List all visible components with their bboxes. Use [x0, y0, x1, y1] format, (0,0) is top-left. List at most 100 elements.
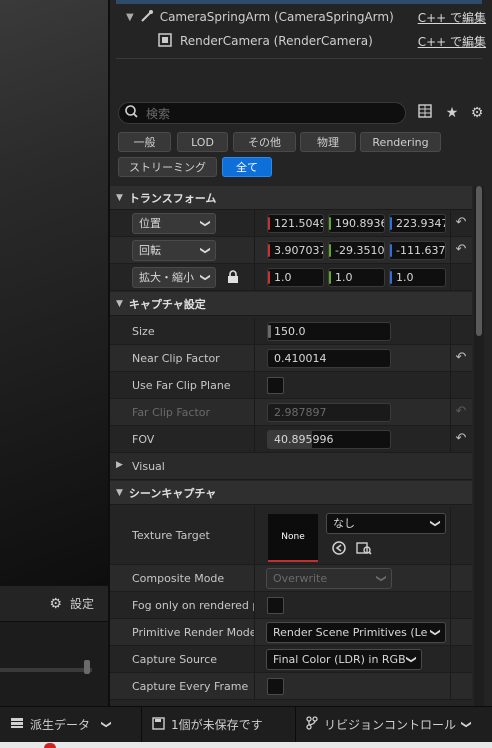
prop-label: Near Clip Factor	[132, 352, 220, 365]
use-far-clip-plane-checkbox[interactable]	[267, 377, 284, 394]
scale-y-field[interactable]: 1.0	[328, 268, 385, 287]
rotation-y-field[interactable]: -29.3510	[328, 241, 385, 260]
fog-only-checkbox[interactable]	[267, 597, 284, 614]
prop-label: Capture Every Frame	[132, 680, 249, 693]
prop-location: 位置 ❯ 121.5049 190.8936 223.9347 ↶	[110, 210, 472, 237]
filter-general[interactable]: 一般	[118, 132, 171, 152]
fov-slider-field[interactable]: 40.895996	[267, 430, 391, 449]
prop-scale: 拡大・縮小 ❯ 1.0 1.0 1.0	[110, 264, 472, 291]
chevron-down-icon: ❯	[429, 519, 441, 528]
prop-rotation: 回転 ❯ 3.907037 -29.3510 -111.637 ↶	[110, 237, 472, 264]
settings-button[interactable]: 設定	[70, 595, 94, 612]
prop-near-clip-factor: Near Clip Factor 0.410014 ↶	[110, 345, 472, 372]
rotation-z-field[interactable]: -111.637	[389, 241, 446, 260]
gear-icon[interactable]: ⚙	[468, 104, 486, 122]
chevron-down-icon: ❯	[199, 273, 211, 282]
location-y-field[interactable]: 190.8936	[328, 214, 385, 233]
filter-lod[interactable]: LOD	[177, 132, 228, 152]
star-icon[interactable]: ★	[443, 104, 461, 122]
tree-item-label: CameraSpringArm (CameraSpringArm)	[159, 10, 394, 24]
reset-icon[interactable]: ↶	[454, 243, 468, 257]
location-x-field[interactable]: 121.5049	[267, 214, 324, 233]
texture-thumbnail[interactable]: None	[268, 514, 318, 562]
lower-panel	[0, 621, 108, 706]
tree-item-render-camera[interactable]: RenderCamera (RenderCamera) C++ で編集	[116, 28, 486, 54]
chevron-down-icon: ❯	[100, 720, 112, 729]
status-bar: 派生データ ❯ 1個が未保存です リビジョンコントロール ❯	[0, 706, 492, 742]
filter-physics[interactable]: 物理	[300, 132, 356, 152]
reset-icon[interactable]: ↶	[454, 351, 468, 365]
revision-control-button[interactable]: リビジョンコントロール ❯	[296, 707, 480, 742]
spring-arm-icon	[140, 9, 154, 26]
location-mode-dropdown[interactable]: 位置 ❯	[132, 213, 216, 234]
filter-other[interactable]: その他	[233, 132, 296, 152]
size-field[interactable]: 150.0	[267, 322, 391, 341]
scrollbar-thumb[interactable]	[84, 660, 90, 674]
scale-mode-dropdown[interactable]: 拡大・縮小 ❯	[132, 267, 216, 288]
prop-capture-every-frame: Capture Every Frame	[110, 673, 472, 700]
details-panel: ▼ CameraSpringArm (CameraSpringArm) C++ …	[110, 0, 492, 706]
browse-asset-icon[interactable]	[356, 541, 372, 558]
scale-z-field[interactable]: 1.0	[389, 268, 446, 287]
scene-capture-icon	[158, 32, 172, 50]
collapse-arrow-icon: ▼	[116, 192, 123, 203]
location-z-field[interactable]: 223.9347	[389, 214, 446, 233]
prop-label: Capture Source	[132, 653, 218, 666]
prop-fov: FOV 40.895996 ↶	[110, 426, 472, 453]
reset-icon[interactable]: ↶	[454, 432, 468, 446]
taskbar-strip	[0, 742, 492, 748]
prop-texture-target: Texture Target None なし ❯	[110, 507, 472, 565]
prop-label: Primitive Render Mode	[132, 626, 254, 639]
derived-data-button[interactable]: 派生データ ❯	[0, 707, 142, 742]
scale-x-field[interactable]: 1.0	[267, 268, 324, 287]
viewport-settings-bar: ⚙ 設定	[0, 585, 108, 621]
capture-source-dropdown[interactable]: Final Color (LDR) in RGB ❯	[266, 649, 422, 670]
prop-primitive-render-mode: Primitive Render Mode Render Scene Primi…	[110, 619, 472, 646]
filter-streaming[interactable]: ストリーミング	[118, 157, 217, 177]
rotation-x-field[interactable]: 3.907037	[267, 241, 324, 260]
prop-far-clip-factor: Far Clip Factor 2.987897 ↶	[110, 399, 472, 426]
unsaved-assets-button[interactable]: 1個が未保存です	[142, 707, 296, 742]
prop-use-far-clip-plane: Use Far Clip Plane	[110, 372, 472, 399]
search-placeholder: 検索	[146, 106, 171, 121]
filter-all[interactable]: 全て	[222, 157, 272, 177]
prop-capture-source: Capture Source Final Color (LDR) in RGB ❯	[110, 646, 472, 673]
near-clip-factor-field[interactable]: 0.410014	[267, 349, 391, 368]
viewport[interactable]	[0, 0, 108, 585]
prop-label: Texture Target	[132, 529, 210, 542]
scrollbar-thumb[interactable]	[476, 186, 482, 336]
reset-icon[interactable]: ↶	[454, 216, 468, 230]
prop-label: Use Far Clip Plane	[132, 379, 231, 392]
prop-visual[interactable]: ▶ Visual	[110, 453, 472, 480]
filter-rendering[interactable]: Rendering	[360, 132, 441, 152]
chevron-down-icon: ❯	[199, 246, 211, 255]
section-scene-capture[interactable]: ▼ シーンキャプチャ	[110, 481, 472, 505]
edit-in-cpp-link[interactable]: C++ で編集	[418, 9, 486, 26]
use-selected-asset-icon[interactable]	[332, 541, 346, 558]
collapse-arrow-icon: ▼	[116, 298, 123, 309]
horizontal-scrollbar[interactable]	[0, 668, 92, 672]
table-view-icon[interactable]	[416, 104, 434, 122]
prop-label: Fog only on rendered p...	[132, 599, 254, 612]
expand-arrow-icon[interactable]: ▼	[126, 12, 134, 23]
rotation-mode-dropdown[interactable]: 回転 ❯	[132, 240, 216, 261]
expand-arrow-icon[interactable]: ▶	[116, 460, 123, 470]
divider	[116, 58, 482, 59]
texture-target-dropdown[interactable]: なし ❯	[326, 513, 446, 534]
tree-item-camera-spring-arm[interactable]: ▼ CameraSpringArm (CameraSpringArm) C++ …	[116, 4, 486, 30]
chevron-down-icon: ❯	[375, 574, 387, 583]
gear-icon[interactable]: ⚙	[49, 596, 62, 612]
capture-every-frame-checkbox[interactable]	[267, 678, 284, 695]
chevron-down-icon: ❯	[405, 655, 417, 664]
composite-mode-dropdown: Overwrite ❯	[266, 568, 392, 589]
derived-data-icon	[10, 717, 24, 732]
section-transform[interactable]: ▼ トランスフォーム	[110, 186, 472, 210]
edit-in-cpp-link[interactable]: C++ で編集	[418, 33, 486, 50]
chevron-down-icon: ❯	[199, 219, 211, 228]
chevron-down-icon: ❯	[429, 628, 441, 637]
section-capture-settings[interactable]: ▼ キャプチャ設定	[110, 292, 472, 316]
search-input[interactable]: 検索	[118, 102, 406, 124]
primitive-render-mode-dropdown[interactable]: Render Scene Primitives (Le ❯	[266, 622, 446, 643]
lock-icon[interactable]	[227, 270, 239, 287]
save-icon	[152, 716, 165, 733]
